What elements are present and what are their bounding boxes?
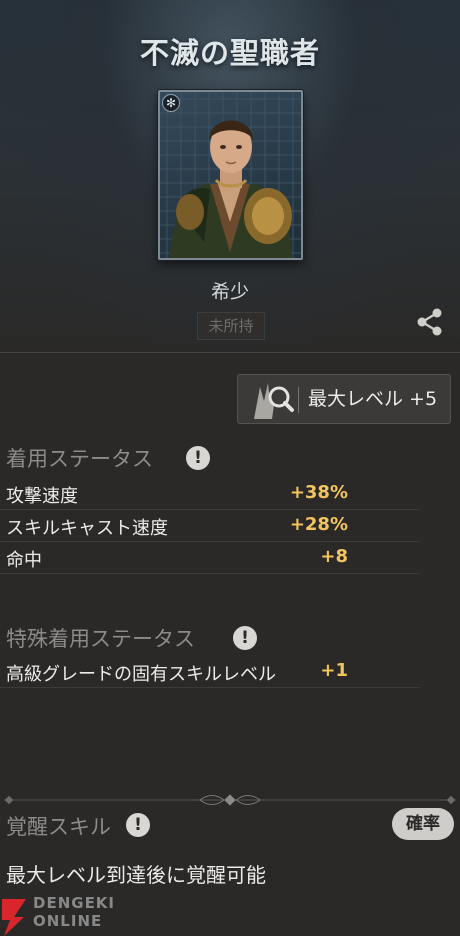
info-icon[interactable]: ! (233, 626, 257, 650)
portrait-image (160, 92, 301, 258)
info-icon[interactable]: ! (126, 813, 150, 837)
stat-row: 命中 +8 (0, 543, 420, 574)
page-title: 不滅の聖職者 (139, 36, 320, 70)
stat-name: スキルキャスト速度 (6, 518, 168, 539)
section-divider (0, 352, 460, 353)
share-icon[interactable] (414, 306, 446, 338)
awaken-skill-title: 覚醒スキル (6, 815, 111, 839)
stat-value: +28% (289, 514, 348, 535)
stat-value: +8 (320, 546, 348, 567)
awaken-description: 最大レベル到達後に覚醒可能 (6, 863, 266, 887)
rarity-label: 希少 (210, 281, 249, 303)
character-portrait[interactable]: ✻ (158, 90, 303, 260)
watermark-text: ONLINE (33, 912, 103, 930)
probability-button[interactable]: 確率 (392, 808, 454, 840)
stat-value: +38% (289, 482, 348, 503)
star-icon: ✻ (162, 94, 180, 112)
button-separator (298, 387, 299, 413)
stat-name: 命中 (6, 550, 42, 571)
max-level-button[interactable]: 最大レベル +5 (237, 374, 451, 424)
stat-name: 高級グレードの固有スキルレベル (6, 664, 276, 685)
info-icon[interactable]: ! (186, 446, 210, 470)
magnify-icon (254, 383, 294, 419)
stat-name: 攻撃速度 (6, 486, 78, 507)
equip-status-title: 着用ステータス (6, 447, 153, 471)
watermark-text: DENGEKI (33, 894, 116, 912)
stat-value: +1 (320, 660, 348, 681)
stat-row: 高級グレードの固有スキルレベル +1 (0, 657, 420, 688)
owned-status-badge: 未所持 (197, 312, 265, 340)
ornament-divider (4, 794, 456, 806)
stat-row: 攻撃速度 +38% (0, 479, 420, 510)
max-level-label: 最大レベル +5 (308, 388, 438, 410)
special-status-title: 特殊着用ステータス (6, 627, 195, 651)
stat-row: スキルキャスト速度 +28% (0, 511, 420, 542)
